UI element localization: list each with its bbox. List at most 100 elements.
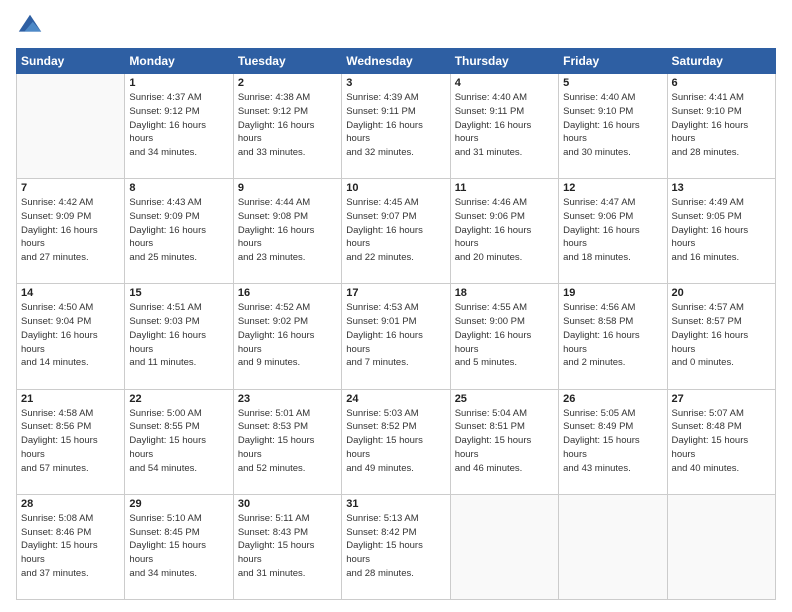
day-number: 5 [563, 77, 662, 89]
cell-text: Sunrise: 5:04 AMSunset: 8:51 PMDaylight:… [455, 407, 554, 476]
calendar-cell: 9Sunrise: 4:44 AMSunset: 9:08 PMDaylight… [233, 179, 341, 284]
day-number: 12 [563, 182, 662, 194]
calendar-cell: 4 Sunrise: 4:40 AMSunset: 9:11 PMDaylight… [450, 74, 558, 179]
cell-text: Sunrise: 4:46 AMSunset: 9:06 PMDaylight:… [455, 196, 554, 265]
day-number: 23 [238, 393, 337, 405]
day-number: 30 [238, 498, 337, 510]
cell-text: Sunrise: 4:40 AMSunset: 9:11 PMDaylight:… [455, 91, 554, 160]
cell-text: Sunrise: 4:51 AMSunset: 9:03 PMDaylight:… [129, 301, 228, 370]
calendar-cell: 21Sunrise: 4:58 AMSunset: 8:56 PMDayligh… [17, 389, 125, 494]
calendar-cell: 27 Sunrise: 5:07 AMSunset: 8:48 PMDayligh… [667, 389, 775, 494]
calendar-cell: 14 Sunrise: 4:50 AMSunset: 9:04 PMDayligh… [17, 284, 125, 389]
logo [16, 12, 48, 40]
day-number: 11 [455, 182, 554, 194]
day-number: 26 [563, 393, 662, 405]
calendar-cell: 3 Sunrise: 4:39 AMSunset: 9:11 PMDaylight… [342, 74, 450, 179]
cell-text: Sunrise: 4:45 AMSunset: 9:07 PMDaylight:… [346, 196, 445, 265]
calendar-cell [559, 494, 667, 599]
day-number: 27 [672, 393, 771, 405]
day-number: 29 [129, 498, 228, 510]
day-number: 14 [21, 287, 120, 299]
cell-text: Sunrise: 4:52 AMSunset: 9:02 PMDaylight:… [238, 301, 337, 370]
calendar-cell: 5 Sunrise: 4:40 AMSunset: 9:10 PMDaylight… [559, 74, 667, 179]
cell-text: Sunrise: 4:42 AMSunset: 9:09 PMDaylight:… [21, 196, 120, 265]
calendar-week-row: 1 Sunrise: 4:37 AMSunset: 9:12 PMDaylight… [17, 74, 776, 179]
cell-text: Sunrise: 4:38 AMSunset: 9:12 PMDaylight:… [238, 91, 337, 160]
day-number: 6 [672, 77, 771, 89]
calendar-cell: 11 Sunrise: 4:46 AMSunset: 9:06 PMDayligh… [450, 179, 558, 284]
cell-text: Sunrise: 4:57 AMSunset: 8:57 PMDaylight:… [672, 301, 771, 370]
day-number: 7 [21, 182, 120, 194]
calendar-header-row: SundayMondayTuesdayWednesdayThursdayFrid… [17, 49, 776, 74]
calendar-cell: 6 Sunrise: 4:41 AMSunset: 9:10 PMDaylight… [667, 74, 775, 179]
logo-icon [16, 12, 44, 40]
calendar-day-header: Sunday [17, 49, 125, 74]
calendar-cell: 23Sunrise: 5:01 AMSunset: 8:53 PMDayligh… [233, 389, 341, 494]
cell-text: Sunrise: 5:00 AMSunset: 8:55 PMDaylight:… [129, 407, 228, 476]
calendar-cell: 13 Sunrise: 4:49 AMSunset: 9:05 PMDayligh… [667, 179, 775, 284]
calendar-cell: 17 Sunrise: 4:53 AMSunset: 9:01 PMDayligh… [342, 284, 450, 389]
calendar-week-row: 21Sunrise: 4:58 AMSunset: 8:56 PMDayligh… [17, 389, 776, 494]
day-number: 28 [21, 498, 120, 510]
calendar-day-header: Friday [559, 49, 667, 74]
calendar-day-header: Wednesday [342, 49, 450, 74]
day-number: 17 [346, 287, 445, 299]
calendar-day-header: Tuesday [233, 49, 341, 74]
calendar-cell: 2 Sunrise: 4:38 AMSunset: 9:12 PMDaylight… [233, 74, 341, 179]
cell-text: Sunrise: 4:41 AMSunset: 9:10 PMDaylight:… [672, 91, 771, 160]
header [16, 12, 776, 40]
calendar-cell: 10 Sunrise: 4:45 AMSunset: 9:07 PMDayligh… [342, 179, 450, 284]
day-number: 20 [672, 287, 771, 299]
cell-text: Sunrise: 4:39 AMSunset: 9:11 PMDaylight:… [346, 91, 445, 160]
cell-text: Sunrise: 5:03 AMSunset: 8:52 PMDaylight:… [346, 407, 445, 476]
calendar-cell [450, 494, 558, 599]
calendar-cell: 8 Sunrise: 4:43 AMSunset: 9:09 PMDaylight… [125, 179, 233, 284]
calendar-cell: 15 Sunrise: 4:51 AMSunset: 9:03 PMDayligh… [125, 284, 233, 389]
cell-text: Sunrise: 5:05 AMSunset: 8:49 PMDaylight:… [563, 407, 662, 476]
cell-text: Sunrise: 4:55 AMSunset: 9:00 PMDaylight:… [455, 301, 554, 370]
calendar-cell: 28 Sunrise: 5:08 AMSunset: 8:46 PMDayligh… [17, 494, 125, 599]
day-number: 10 [346, 182, 445, 194]
cell-text: Sunrise: 4:53 AMSunset: 9:01 PMDaylight:… [346, 301, 445, 370]
page: SundayMondayTuesdayWednesdayThursdayFrid… [0, 0, 792, 612]
calendar-table: SundayMondayTuesdayWednesdayThursdayFrid… [16, 48, 776, 600]
day-number: 8 [129, 182, 228, 194]
calendar-cell: 26 Sunrise: 5:05 AMSunset: 8:49 PMDayligh… [559, 389, 667, 494]
day-number: 1 [129, 77, 228, 89]
calendar-cell: 29Sunrise: 5:10 AMSunset: 8:45 PMDayligh… [125, 494, 233, 599]
cell-text: Sunrise: 4:50 AMSunset: 9:04 PMDaylight:… [21, 301, 120, 370]
calendar-cell: 24 Sunrise: 5:03 AMSunset: 8:52 PMDayligh… [342, 389, 450, 494]
day-number: 4 [455, 77, 554, 89]
calendar-cell: 25 Sunrise: 5:04 AMSunset: 8:51 PMDayligh… [450, 389, 558, 494]
cell-text: Sunrise: 4:56 AMSunset: 8:58 PMDaylight:… [563, 301, 662, 370]
calendar-week-row: 28 Sunrise: 5:08 AMSunset: 8:46 PMDayligh… [17, 494, 776, 599]
calendar-cell: 30Sunrise: 5:11 AMSunset: 8:43 PMDayligh… [233, 494, 341, 599]
day-number: 31 [346, 498, 445, 510]
day-number: 2 [238, 77, 337, 89]
calendar-cell: 18Sunrise: 4:55 AMSunset: 9:00 PMDayligh… [450, 284, 558, 389]
calendar-cell [667, 494, 775, 599]
cell-text: Sunrise: 5:08 AMSunset: 8:46 PMDaylight:… [21, 512, 120, 581]
calendar-cell: 22 Sunrise: 5:00 AMSunset: 8:55 PMDayligh… [125, 389, 233, 494]
day-number: 16 [238, 287, 337, 299]
calendar-cell: 1 Sunrise: 4:37 AMSunset: 9:12 PMDaylight… [125, 74, 233, 179]
cell-text: Sunrise: 4:40 AMSunset: 9:10 PMDaylight:… [563, 91, 662, 160]
day-number: 15 [129, 287, 228, 299]
day-number: 13 [672, 182, 771, 194]
calendar-cell [17, 74, 125, 179]
cell-text: Sunrise: 4:37 AMSunset: 9:12 PMDaylight:… [129, 91, 228, 160]
calendar-cell: 12Sunrise: 4:47 AMSunset: 9:06 PMDayligh… [559, 179, 667, 284]
day-number: 25 [455, 393, 554, 405]
calendar-cell: 31Sunrise: 5:13 AMSunset: 8:42 PMDayligh… [342, 494, 450, 599]
day-number: 3 [346, 77, 445, 89]
day-number: 22 [129, 393, 228, 405]
cell-text: Sunrise: 4:43 AMSunset: 9:09 PMDaylight:… [129, 196, 228, 265]
calendar-cell: 19 Sunrise: 4:56 AMSunset: 8:58 PMDayligh… [559, 284, 667, 389]
calendar-cell: 7 Sunrise: 4:42 AMSunset: 9:09 PMDaylight… [17, 179, 125, 284]
cell-text: Sunrise: 4:44 AMSunset: 9:08 PMDaylight:… [238, 196, 337, 265]
cell-text: Sunrise: 4:49 AMSunset: 9:05 PMDaylight:… [672, 196, 771, 265]
day-number: 24 [346, 393, 445, 405]
day-number: 19 [563, 287, 662, 299]
calendar-day-header: Thursday [450, 49, 558, 74]
cell-text: Sunrise: 5:07 AMSunset: 8:48 PMDaylight:… [672, 407, 771, 476]
